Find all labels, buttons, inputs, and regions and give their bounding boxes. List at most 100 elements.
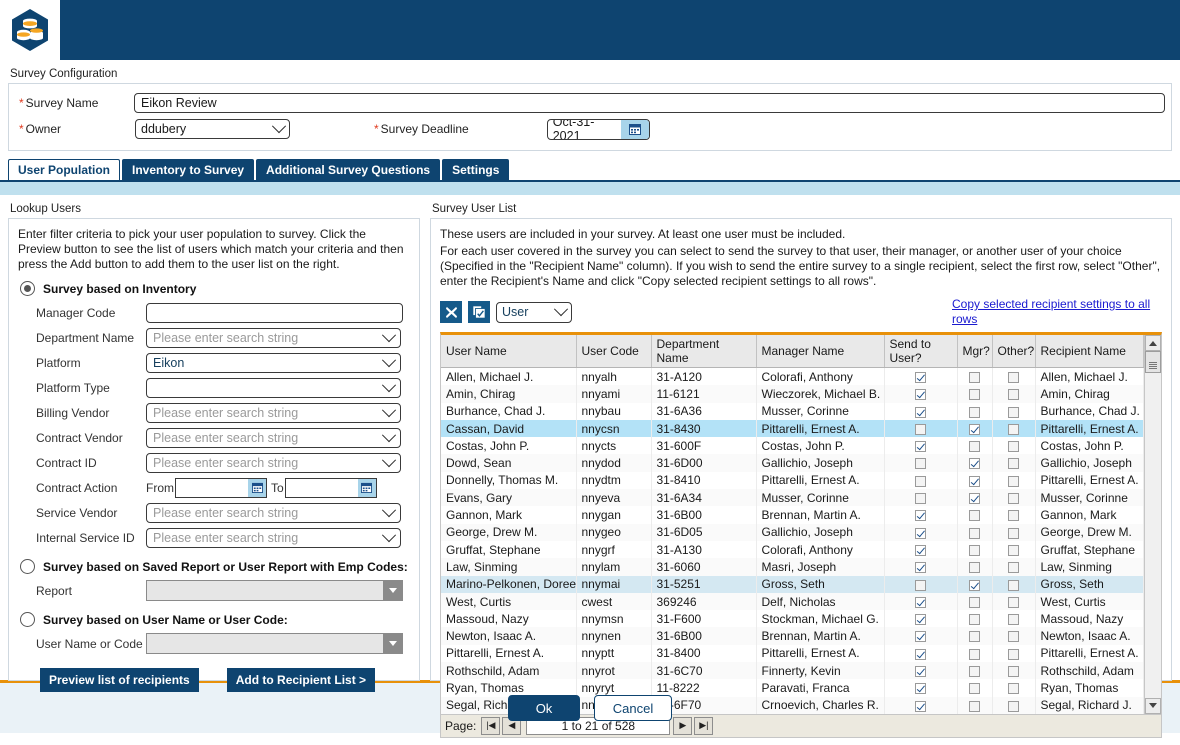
- cell-send-to-user-checkbox[interactable]: [884, 419, 958, 438]
- cell-send-to-user-checkbox[interactable]: [884, 662, 958, 680]
- platform-type-combo[interactable]: [146, 377, 401, 398]
- cell-send-to-user-checkbox[interactable]: [884, 679, 958, 697]
- preview-list-of-recipients-button[interactable]: Preview list of recipients: [40, 668, 199, 692]
- table-row[interactable]: Marino-Pelkonen, Doreen nnymai 31-5251 Gros…: [441, 575, 1144, 593]
- cell-other-checkbox[interactable]: [992, 506, 1036, 524]
- copy-rows-button[interactable]: [468, 301, 490, 323]
- scroll-down-button[interactable]: [1145, 697, 1161, 714]
- ok-button[interactable]: Ok: [508, 695, 580, 721]
- department-name-combo[interactable]: Please enter search string: [146, 327, 401, 348]
- table-vertical-scrollbar[interactable]: [1144, 335, 1161, 714]
- tab-user-population[interactable]: User Population: [8, 159, 121, 180]
- last-page-button[interactable]: ▶|: [694, 716, 714, 735]
- cell-send-to-user-checkbox[interactable]: [884, 454, 958, 472]
- cell-other-checkbox[interactable]: [992, 679, 1036, 697]
- radio-survey-based-on-inventory[interactable]: Survey based on Inventory: [20, 281, 410, 296]
- cell-other-checkbox[interactable]: [992, 644, 1036, 663]
- recipient-type-select[interactable]: User: [496, 301, 572, 323]
- cell-other-checkbox[interactable]: [992, 592, 1036, 611]
- first-page-button[interactable]: |◀: [481, 716, 501, 735]
- table-row[interactable]: Allen, Michael J. nnyalh 31-A120 Colorafi, …: [441, 367, 1144, 386]
- contract-vendor-combo[interactable]: Please enter search string: [146, 427, 401, 448]
- billing-vendor-combo[interactable]: Please enter search string: [146, 402, 401, 423]
- cell-other-checkbox[interactable]: [992, 662, 1036, 680]
- cell-mgr-checkbox[interactable]: [957, 575, 993, 593]
- table-row[interactable]: Cassan, David nnycsn 31-8430 Pittarelli, Er…: [441, 419, 1144, 438]
- cell-mgr-checkbox[interactable]: [957, 489, 993, 507]
- cell-send-to-user-checkbox[interactable]: [884, 402, 958, 420]
- cell-other-checkbox[interactable]: [992, 627, 1036, 645]
- tab-inventory-to-survey[interactable]: Inventory to Survey: [122, 159, 255, 180]
- table-row[interactable]: Pittarelli, Ernest A. nnyptt 31-8400 Pittar…: [441, 644, 1144, 663]
- cell-send-to-user-checkbox[interactable]: [884, 575, 958, 593]
- table-row[interactable]: Rothschild, Adam nnyrot 31-6C70 Finnerty, K…: [441, 662, 1144, 680]
- cell-mgr-checkbox[interactable]: [957, 592, 993, 611]
- cell-send-to-user-checkbox[interactable]: [884, 506, 958, 524]
- table-row[interactable]: Amin, Chirag nnyami 11-6121 Wieczorek, Mich…: [441, 385, 1144, 403]
- calendar-icon[interactable]: [620, 119, 649, 139]
- cell-mgr-checkbox[interactable]: [957, 627, 993, 645]
- internal-service-id-combo[interactable]: Please enter search string: [146, 527, 401, 548]
- cell-send-to-user-checkbox[interactable]: [884, 367, 958, 386]
- user-name-or-code-dropdown[interactable]: [146, 633, 403, 654]
- platform-combo[interactable]: Eikon: [146, 352, 401, 373]
- cell-other-checkbox[interactable]: [992, 610, 1036, 628]
- cell-mgr-checkbox[interactable]: [957, 506, 993, 524]
- cell-send-to-user-checkbox[interactable]: [884, 437, 958, 455]
- cell-mgr-checkbox[interactable]: [957, 540, 993, 559]
- cell-other-checkbox[interactable]: [992, 437, 1036, 455]
- radio-survey-based-on-username[interactable]: Survey based on User Name or User Code:: [20, 612, 410, 627]
- cell-mgr-checkbox[interactable]: [957, 385, 993, 403]
- delete-selected-rows-button[interactable]: [440, 301, 462, 323]
- cell-mgr-checkbox[interactable]: [957, 402, 993, 420]
- table-row[interactable]: Gruffat, Stephane nnygrf 31-A130 Colorafi, …: [441, 540, 1144, 559]
- cell-send-to-user-checkbox[interactable]: [884, 471, 958, 490]
- cell-other-checkbox[interactable]: [992, 471, 1036, 490]
- table-row[interactable]: Massoud, Nazy nnymsn 31-F600 Stockman, Mich…: [441, 610, 1144, 628]
- cell-send-to-user-checkbox[interactable]: [884, 696, 958, 714]
- table-row[interactable]: Donnelly, Thomas M. nnydtm 31-8410 Pittarel…: [441, 471, 1144, 490]
- cell-other-checkbox[interactable]: [992, 540, 1036, 559]
- col-department-name[interactable]: Department Name: [651, 335, 757, 368]
- tab-settings[interactable]: Settings: [442, 159, 510, 180]
- contract-id-combo[interactable]: Please enter search string: [146, 452, 401, 473]
- cell-mgr-checkbox[interactable]: [957, 558, 993, 576]
- calendar-icon[interactable]: [357, 478, 376, 497]
- cell-send-to-user-checkbox[interactable]: [884, 489, 958, 507]
- col-manager-name[interactable]: Manager Name: [756, 335, 885, 368]
- col-user-code[interactable]: User Code: [576, 335, 652, 368]
- col-send-to-user[interactable]: Send to User?: [884, 335, 958, 368]
- tab-additional-survey-questions[interactable]: Additional Survey Questions: [256, 159, 441, 180]
- report-dropdown[interactable]: [146, 580, 403, 601]
- cell-mgr-checkbox[interactable]: [957, 679, 993, 697]
- owner-select[interactable]: ddubery: [135, 119, 290, 139]
- contract-action-to-input[interactable]: [284, 477, 377, 498]
- manager-code-input[interactable]: [146, 302, 403, 323]
- cell-other-checkbox[interactable]: [992, 523, 1036, 541]
- table-row[interactable]: Burhance, Chad J. nnybau 31-6A36 Musser, Co…: [441, 402, 1144, 420]
- table-row[interactable]: Dowd, Sean nnydod 31-6D00 Gallichio, Joseph…: [441, 454, 1144, 472]
- radio-survey-based-on-report[interactable]: Survey based on Saved Report or User Rep…: [20, 559, 410, 574]
- cell-send-to-user-checkbox[interactable]: [884, 592, 958, 611]
- cell-other-checkbox[interactable]: [992, 558, 1036, 576]
- service-vendor-combo[interactable]: Please enter search string: [146, 502, 401, 523]
- col-mgr[interactable]: Mgr?: [957, 335, 993, 368]
- scrollbar-thumb[interactable]: [1145, 351, 1161, 373]
- cell-mgr-checkbox[interactable]: [957, 523, 993, 541]
- cell-mgr-checkbox[interactable]: [957, 696, 993, 714]
- cell-mgr-checkbox[interactable]: [957, 662, 993, 680]
- cell-send-to-user-checkbox[interactable]: [884, 385, 958, 403]
- survey-deadline-field[interactable]: Oct-31-2021: [546, 118, 650, 140]
- cell-other-checkbox[interactable]: [992, 385, 1036, 403]
- col-user-name[interactable]: User Name: [441, 335, 577, 368]
- cell-other-checkbox[interactable]: [992, 454, 1036, 472]
- cell-other-checkbox[interactable]: [992, 367, 1036, 386]
- cell-send-to-user-checkbox[interactable]: [884, 627, 958, 645]
- cell-send-to-user-checkbox[interactable]: [884, 523, 958, 541]
- cell-other-checkbox[interactable]: [992, 402, 1036, 420]
- copy-recipient-settings-link[interactable]: Copy selected recipient settings to all …: [952, 297, 1152, 327]
- cell-mgr-checkbox[interactable]: [957, 454, 993, 472]
- cell-other-checkbox[interactable]: [992, 575, 1036, 593]
- cell-send-to-user-checkbox[interactable]: [884, 540, 958, 559]
- contract-action-from-input[interactable]: [175, 477, 267, 498]
